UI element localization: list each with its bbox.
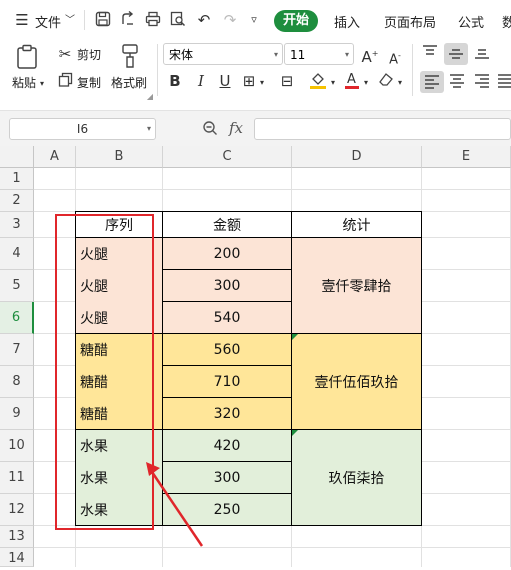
undo-icon[interactable]: ↶ [195, 11, 213, 29]
redo-icon[interactable]: ↷ [221, 11, 239, 29]
chevron-down-icon[interactable]: ▾ [362, 74, 370, 92]
format-painter-button[interactable]: 格式刷 [111, 74, 147, 91]
tab-data[interactable]: 数 [502, 12, 511, 31]
row-header-13[interactable]: 13 [0, 526, 34, 548]
row-header-3[interactable]: 3 [0, 212, 34, 238]
svg-text:A: A [347, 72, 356, 87]
formula-indicator-icon [292, 430, 298, 436]
row-header-2[interactable]: 2 [0, 190, 34, 212]
tab-formulas[interactable]: 公式 [458, 12, 484, 31]
column-header-e[interactable]: E [422, 146, 511, 168]
table-cell-amount[interactable]: 200 [163, 238, 292, 270]
font-size-select[interactable]: 11 ▾ [284, 43, 354, 65]
italic-icon[interactable]: I [192, 72, 210, 90]
table-cell-total[interactable]: 壹仟伍佰玖拾 [292, 334, 422, 430]
print-icon[interactable] [144, 11, 162, 31]
align-top-icon[interactable] [420, 45, 440, 63]
table-cell-total[interactable]: 玖佰柒拾 [292, 430, 422, 526]
row-header-4[interactable]: 4 [0, 238, 34, 270]
fx-icon[interactable]: fx [226, 119, 246, 137]
underline-icon[interactable]: U [216, 72, 234, 90]
export-icon[interactable] [119, 10, 137, 31]
copy-button[interactable]: 复制 [77, 74, 101, 91]
row-header-5[interactable]: 5 [0, 270, 34, 302]
column-header-a[interactable]: A [34, 146, 76, 168]
bold-icon[interactable]: B [166, 72, 184, 90]
formula-indicator-icon [292, 334, 298, 340]
column-header-c[interactable]: C [163, 146, 292, 168]
paste-label[interactable]: 粘贴 [12, 74, 36, 91]
table-cell-amount[interactable]: 300 [163, 270, 292, 302]
font-color-icon[interactable]: A [343, 70, 361, 94]
row-header-14[interactable]: 14 [0, 548, 34, 567]
table-cell-amount[interactable]: 320 [163, 398, 292, 430]
save-icon[interactable] [94, 11, 112, 31]
tab-insert[interactable]: 插入 [334, 12, 360, 31]
chevron-down-icon[interactable]: ﹀ [64, 12, 76, 30]
ribbon-toolbar: 粘贴 ▾ ✂ 剪切 复制 格式刷 ◢ 宋体 ▾ 11 ▾ A+ A- B I U… [0, 40, 511, 101]
zoom-icon[interactable] [201, 120, 219, 140]
select-all-corner[interactable] [0, 146, 34, 168]
copy-icon[interactable] [56, 72, 74, 91]
scissors-icon[interactable]: ✂ [56, 45, 74, 63]
table-header-stats[interactable]: 统计 [292, 212, 422, 238]
font-name-value: 宋体 [169, 48, 194, 62]
formula-input[interactable] [254, 118, 511, 140]
align-middle-icon[interactable] [444, 43, 468, 65]
chevron-down-icon[interactable]: ▾ [258, 74, 266, 92]
quick-access-dropdown-icon[interactable]: ▿ [247, 11, 261, 29]
tab-page-layout[interactable]: 页面布局 [384, 12, 436, 31]
increase-font-icon[interactable]: A+ [361, 45, 379, 66]
file-menu[interactable]: 文件 [35, 12, 61, 31]
name-box-value: I6 [76, 122, 89, 136]
menu-bar: ☰ 文件 ﹀ ↶ ↷ ▿ 开始 插入 页面布局 公式 数 [0, 0, 511, 40]
row-header-10[interactable]: 10 [0, 430, 34, 462]
decrease-font-icon[interactable]: A- [386, 47, 404, 69]
column-header-b[interactable]: B [76, 146, 163, 168]
fill-color-icon[interactable] [308, 70, 328, 94]
align-bottom-icon[interactable] [472, 45, 492, 63]
clear-format-icon[interactable] [377, 71, 395, 91]
row-header-6[interactable]: 6 [0, 302, 34, 334]
format-painter-icon[interactable] [118, 43, 142, 73]
clipboard-launcher-icon[interactable]: ◢ [146, 88, 154, 106]
chevron-down-icon[interactable]: ▾ [396, 74, 404, 92]
chevron-down-icon: ▾ [146, 124, 151, 133]
border-icon[interactable]: ⊞ [240, 72, 258, 90]
cut-button[interactable]: 剪切 [77, 46, 101, 63]
table-cell-amount[interactable]: 540 [163, 302, 292, 334]
table-cell-amount[interactable]: 560 [163, 334, 292, 366]
column-header-d[interactable]: D [292, 146, 422, 168]
row-header-7[interactable]: 7 [0, 334, 34, 366]
font-name-select[interactable]: 宋体 ▾ [163, 43, 283, 65]
chevron-down-icon: ▾ [273, 50, 278, 59]
row-header-8[interactable]: 8 [0, 366, 34, 398]
chevron-down-icon[interactable]: ▾ [329, 74, 337, 92]
row-header-11[interactable]: 11 [0, 462, 34, 494]
font-size-value: 11 [290, 48, 306, 62]
merge-cells-icon[interactable]: ⊟ [278, 72, 296, 90]
align-right-icon[interactable] [472, 74, 492, 92]
table-cell-amount[interactable]: 710 [163, 366, 292, 398]
name-box[interactable]: I6 ▾ [9, 118, 156, 140]
table-cell-total[interactable]: 壹仟零肆拾 [292, 238, 422, 334]
row-header-12[interactable]: 12 [0, 494, 34, 526]
tab-home[interactable]: 开始 [274, 10, 318, 32]
paste-icon[interactable] [14, 44, 40, 70]
formula-bar: I6 ▾ fx [0, 110, 511, 148]
align-left-icon[interactable] [420, 71, 444, 93]
print-preview-icon[interactable] [169, 11, 187, 31]
row-header-1[interactable]: 1 [0, 168, 34, 190]
align-center-icon[interactable] [447, 74, 467, 92]
chevron-down-icon: ▾ [344, 50, 349, 59]
annotation-arrow [146, 462, 204, 547]
hamburger-menu-icon[interactable]: ☰ [13, 11, 31, 29]
row-header-9[interactable]: 9 [0, 398, 34, 430]
paste-dropdown-icon[interactable]: ▾ [38, 75, 46, 93]
table-header-amount[interactable]: 金额 [163, 212, 292, 238]
justify-icon[interactable] [497, 74, 511, 92]
